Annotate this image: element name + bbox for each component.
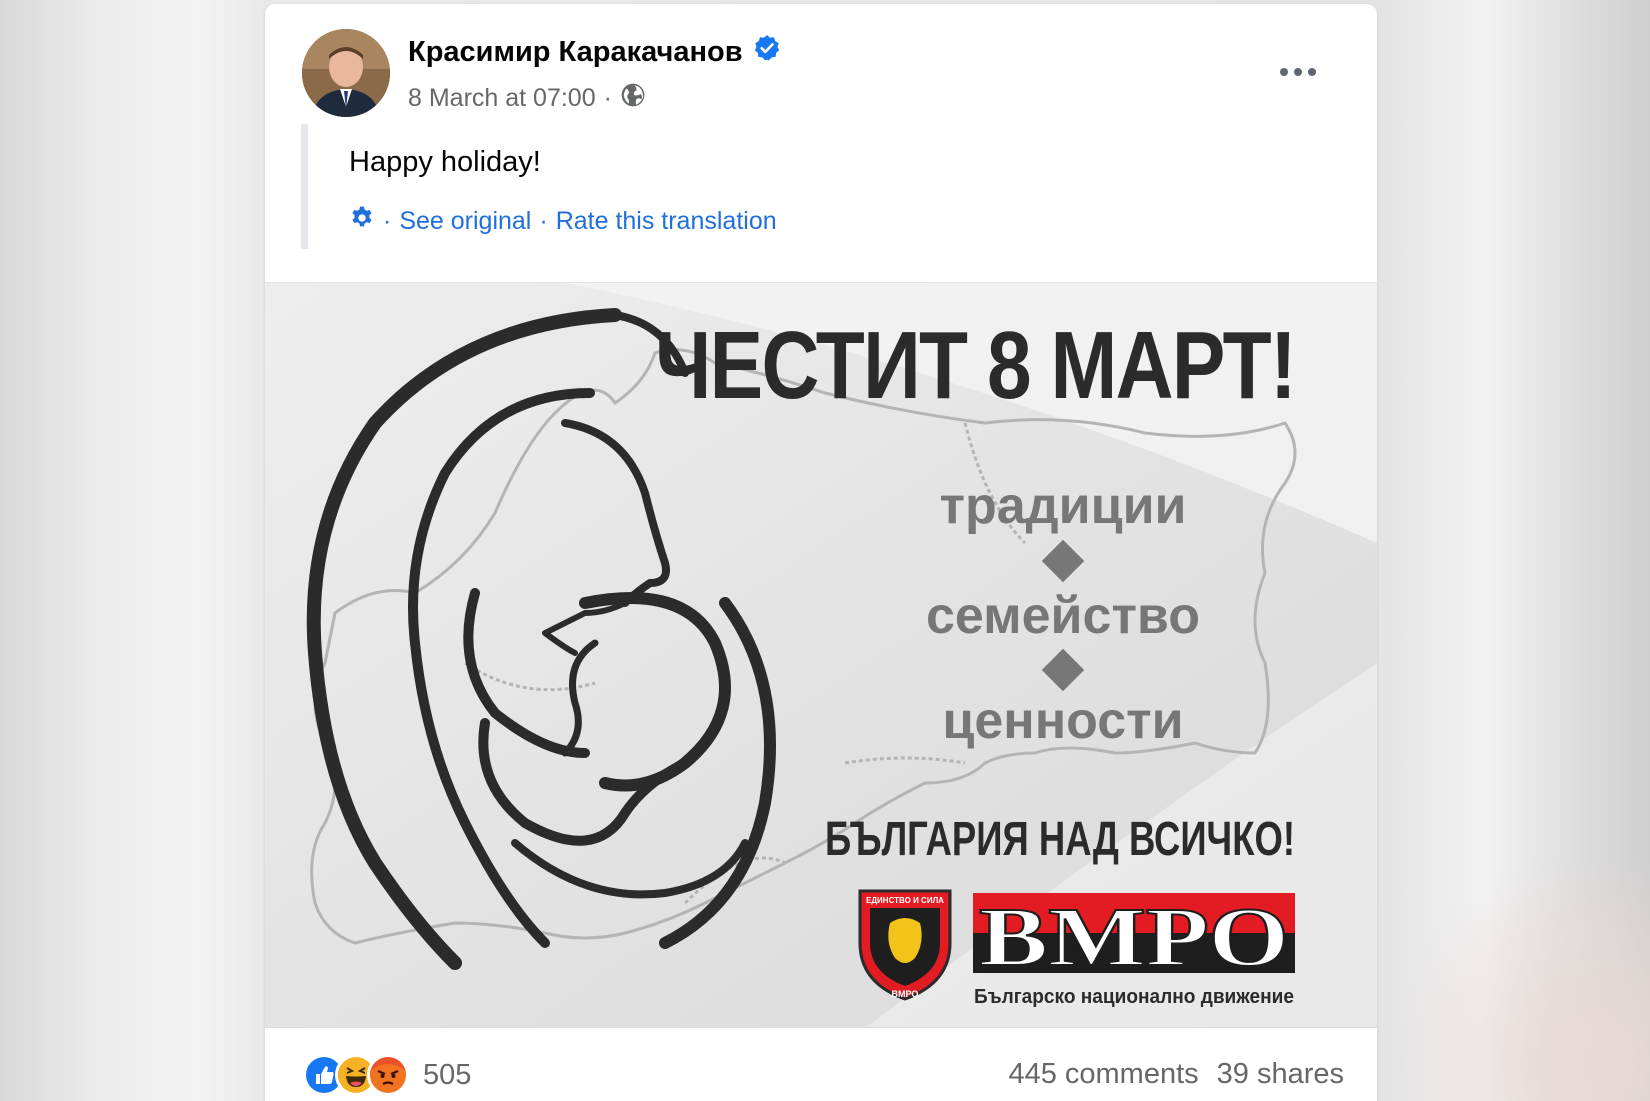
globe-icon[interactable] [620, 82, 646, 115]
post-image[interactable]: ЧЕСТИТ 8 МАРТ! традиции семейство ценнос… [265, 282, 1377, 1028]
translation-separator: · [383, 207, 392, 235]
emblem-top-text: ЕДИНСТВО И СИЛА [866, 896, 944, 905]
author-name[interactable]: Красимир Каракачанов [408, 36, 743, 69]
emblem-bottom-text: ВМРО [892, 989, 919, 999]
avatar[interactable] [302, 29, 390, 117]
poster-graphic: ЧЕСТИТ 8 МАРТ! традиции семейство ценнос… [265, 283, 1377, 1028]
reactions-summary[interactable]: 505 [303, 1054, 471, 1096]
shares-count[interactable]: 39 shares [1217, 1058, 1344, 1091]
post-card: Красимир Каракачанов 8 March at 07:00 · [265, 4, 1377, 1101]
post-header: Красимир Каракачанов 8 March at 07:00 · [265, 4, 1377, 124]
more-options-icon [1278, 65, 1318, 83]
see-original-link[interactable]: See original [399, 207, 531, 236]
meta-separator: · [603, 84, 612, 112]
engagement-stats: 445 comments 39 shares [1008, 1058, 1344, 1091]
translation-controls: · See original · Rate this translation [349, 205, 777, 238]
comments-count[interactable]: 445 comments [1008, 1058, 1198, 1091]
angry-reaction-icon [367, 1054, 409, 1096]
gear-icon[interactable] [349, 205, 375, 238]
logo-text: ВМРО [979, 891, 1289, 984]
background-accent [1390, 841, 1650, 1101]
post-date[interactable]: 8 March at 07:00 [408, 84, 596, 113]
vmro-logo: ВМРО Българско национално движение [973, 890, 1295, 1008]
translated-text-block: Happy holiday! · See original · Rate thi… [301, 124, 828, 249]
poster-slogan: БЪЛГАРИЯ НАД ВСИЧКО! [825, 813, 1295, 866]
verified-badge-icon [753, 34, 781, 70]
reaction-count[interactable]: 505 [423, 1059, 471, 1092]
logo-subtitle: Българско национално движение [974, 986, 1294, 1008]
poster-word-family: семейство [926, 587, 1200, 645]
post-meta: 8 March at 07:00 · [408, 82, 646, 115]
more-options-button[interactable] [1270, 54, 1326, 94]
poster-word-traditions: традиции [939, 477, 1186, 535]
poster-word-values: ценности [942, 692, 1183, 750]
poster-headline: ЧЕСТИТ 8 МАРТ! [655, 312, 1295, 419]
translation-separator: · [539, 207, 548, 235]
author-name-row: Красимир Каракачанов [408, 34, 781, 70]
rate-translation-link[interactable]: Rate this translation [556, 207, 777, 236]
post-text: Happy holiday! [349, 146, 541, 178]
post-footer: 505 445 comments 39 shares [265, 1027, 1377, 1101]
